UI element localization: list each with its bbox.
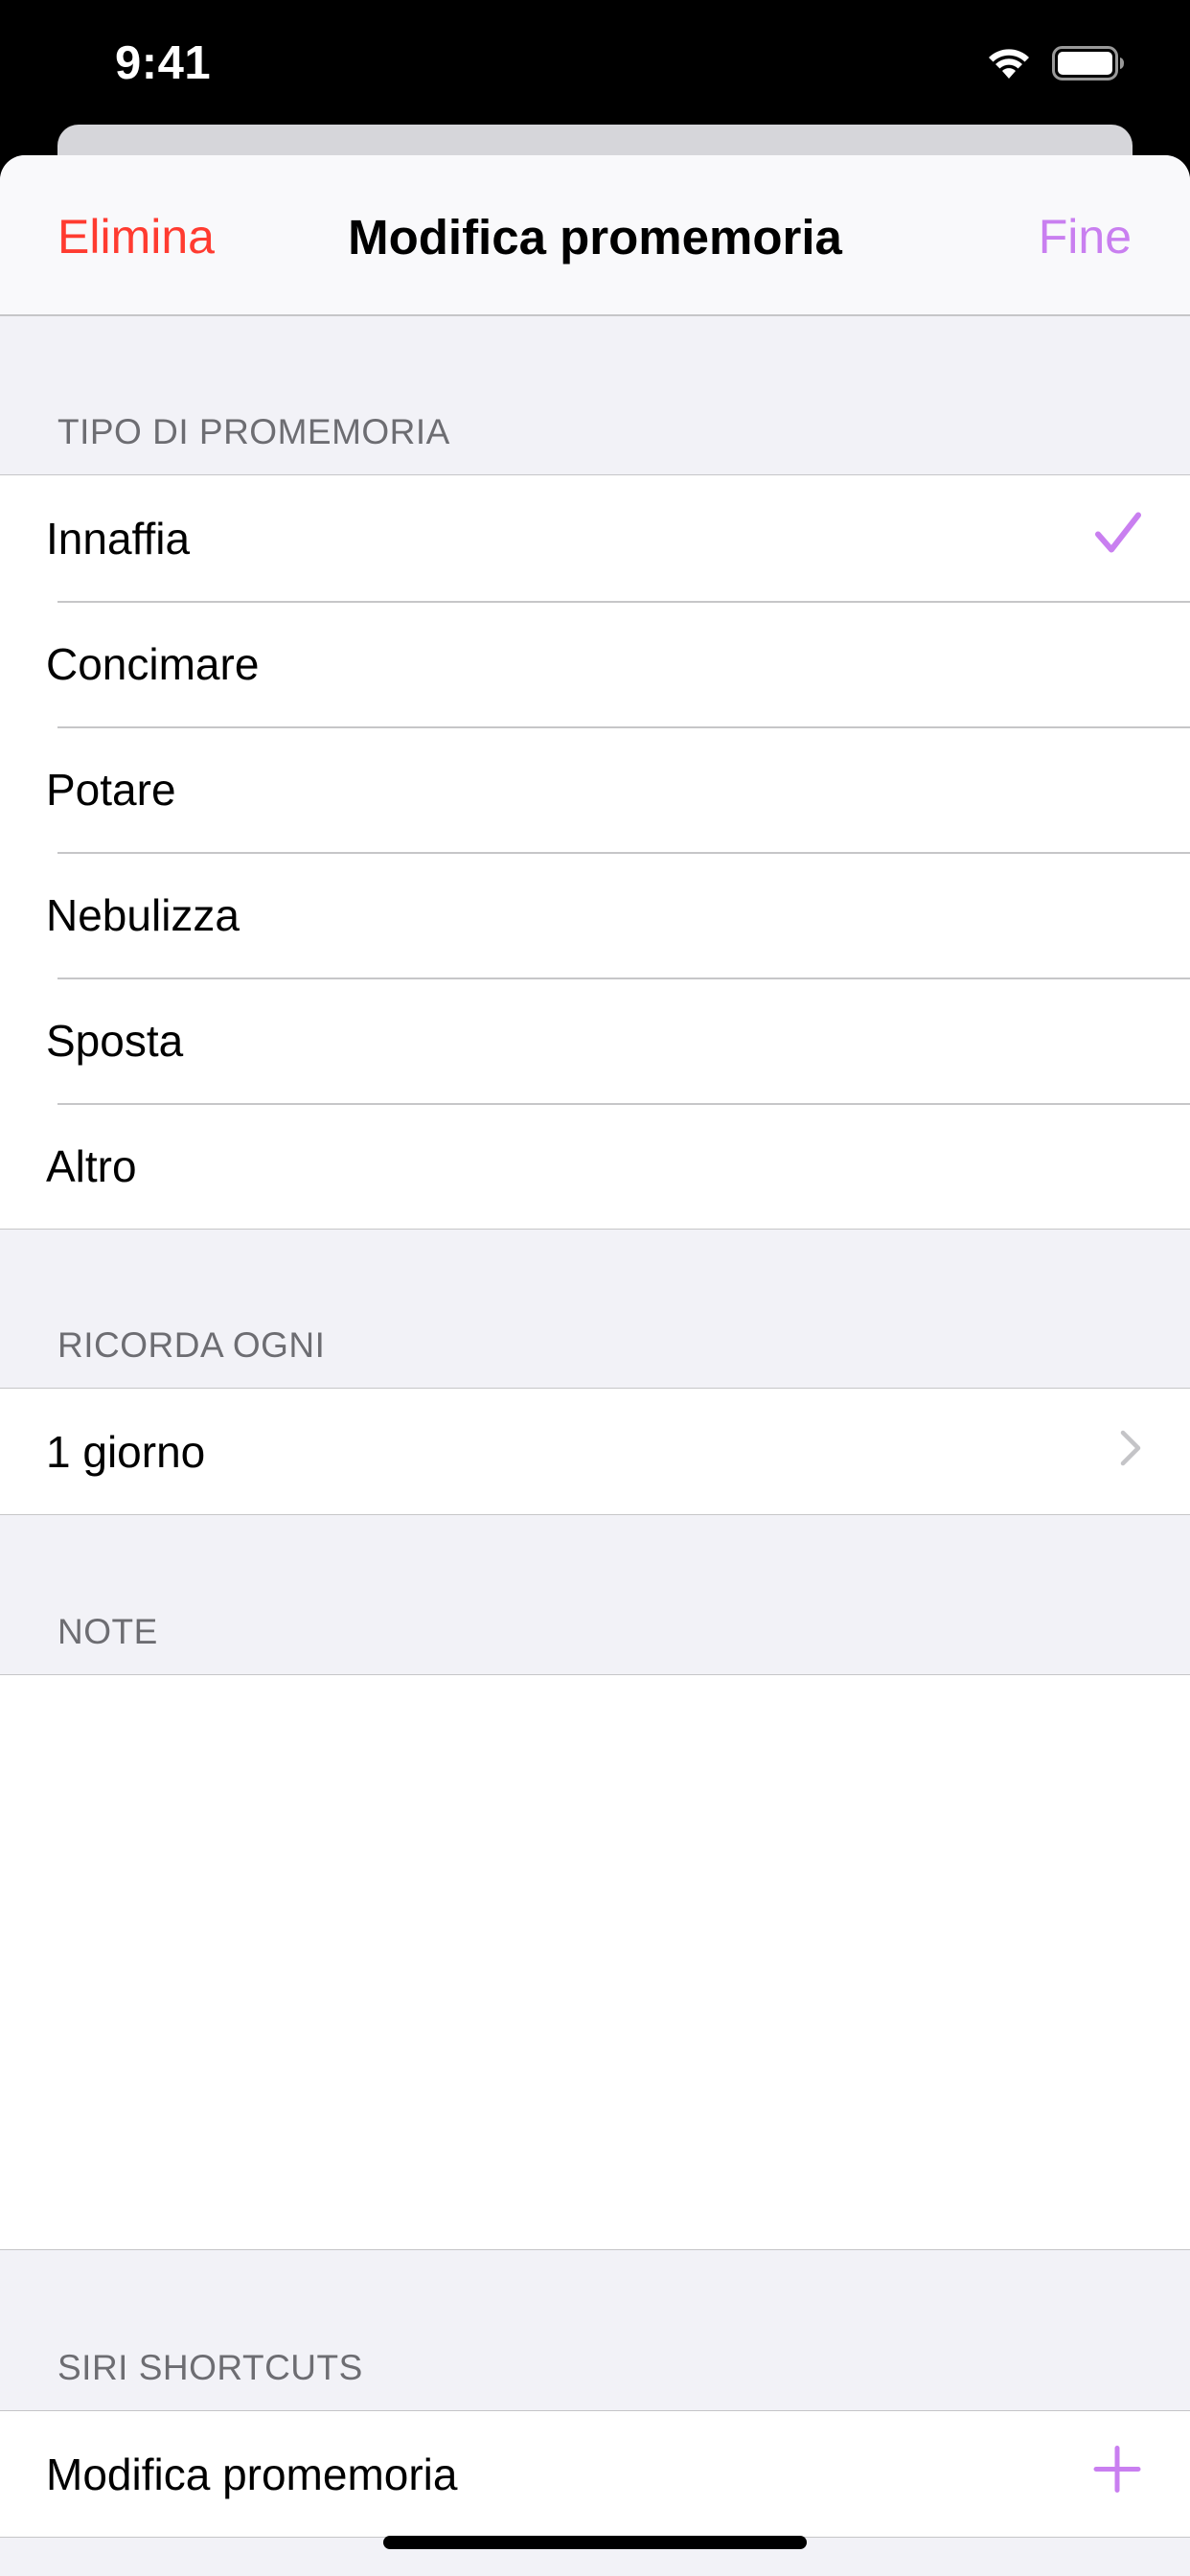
page-title: Modifica promemoria <box>348 210 842 264</box>
section-header-reminder-type: TIPO DI PROMEMORIA <box>57 412 450 451</box>
reminder-type-option-nebulizza[interactable]: Nebulizza <box>0 852 1190 978</box>
chevron-right-icon <box>1119 1426 1142 1478</box>
repeat-interval-row[interactable]: 1 giorno <box>0 1389 1190 1514</box>
option-label: Altro <box>46 1140 137 1191</box>
option-label: Innaffia <box>46 513 191 564</box>
section-header-repeat: RICORDA OGNI <box>57 1325 326 1365</box>
section-header-siri: SIRI SHORTCUTS <box>57 2348 363 2387</box>
option-label: Potare <box>46 764 176 815</box>
plus-icon <box>1092 2444 1142 2504</box>
reminder-type-option-potare[interactable]: Potare <box>0 726 1190 852</box>
checkmark-icon <box>1094 511 1142 565</box>
notes-text-area[interactable] <box>0 1674 1190 2250</box>
option-label: Sposta <box>46 1015 184 1066</box>
edit-reminder-sheet: Elimina Modifica promemoria Fine TIPO DI… <box>0 155 1190 2576</box>
status-time: 9:41 <box>115 37 212 89</box>
section-header-notes: NOTE <box>57 1612 158 1651</box>
wifi-icon <box>987 47 1031 80</box>
option-label: Concimare <box>46 638 260 689</box>
reminder-type-list: Innaffia Concimare Potare Nebulizza Spos… <box>0 474 1190 1230</box>
battery-icon <box>1052 46 1125 80</box>
status-bar: 9:41 <box>0 0 1190 134</box>
home-indicator <box>383 2536 807 2549</box>
reminder-type-option-innaffia[interactable]: Innaffia <box>0 475 1190 601</box>
reminder-type-option-altro[interactable]: Altro <box>0 1103 1190 1229</box>
navigation-bar: Elimina Modifica promemoria Fine <box>0 155 1190 316</box>
repeat-interval-value: 1 giorno <box>46 1426 206 1477</box>
option-label: Nebulizza <box>46 889 240 940</box>
add-siri-shortcut-row[interactable]: Modifica promemoria <box>0 2411 1190 2537</box>
siri-shortcuts-group: Modifica promemoria <box>0 2410 1190 2538</box>
repeat-group: 1 giorno <box>0 1388 1190 1515</box>
reminder-type-option-concimare[interactable]: Concimare <box>0 601 1190 726</box>
status-icons <box>987 44 1125 82</box>
reminder-type-option-sposta[interactable]: Sposta <box>0 978 1190 1103</box>
done-button[interactable]: Fine <box>1039 209 1132 264</box>
siri-shortcut-label: Modifica promemoria <box>46 2449 458 2499</box>
